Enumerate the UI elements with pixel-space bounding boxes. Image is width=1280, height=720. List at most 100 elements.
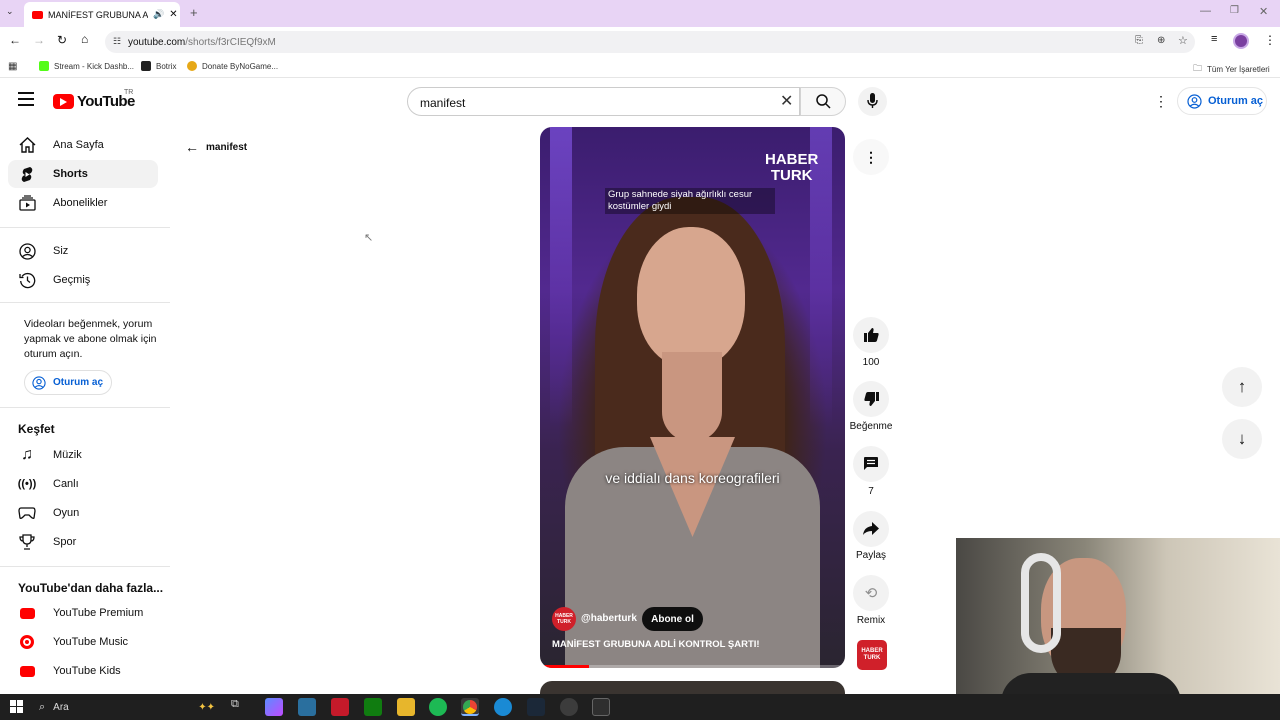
brand-line-1: HABER bbox=[765, 151, 819, 168]
url-path: /shorts/f3rCIEQf9xM bbox=[185, 36, 276, 48]
sidebar-item-label: Abonelikler bbox=[53, 197, 108, 209]
short-title[interactable]: MANİFEST GRUBUNA ADLİ KONTROL ŞARTI! bbox=[552, 639, 760, 650]
sidebar-item-label: YouTube Music bbox=[53, 636, 129, 648]
app-icon[interactable] bbox=[298, 698, 316, 716]
folder-icon: 🗀 bbox=[1193, 63, 1203, 73]
sound-channel-thumbnail[interactable]: HABER TURK bbox=[857, 640, 887, 670]
restore-window-icon[interactable]: ❐ bbox=[1230, 5, 1239, 16]
guide-menu-icon[interactable] bbox=[18, 92, 34, 106]
clear-search-icon[interactable]: ✕ bbox=[780, 91, 793, 111]
next-short-button[interactable]: ↓ bbox=[1222, 419, 1262, 459]
arrow-back-icon: ← bbox=[185, 139, 199, 155]
edge-icon[interactable] bbox=[494, 698, 512, 716]
sidebar-item-sports[interactable]: Spor bbox=[8, 528, 158, 556]
next-short-preview[interactable] bbox=[540, 681, 845, 694]
install-app-icon[interactable]: ⎘ bbox=[1135, 35, 1143, 46]
bookmark-label: Stream - Kick Dashb... bbox=[54, 61, 135, 71]
site-info-icon[interactable]: ☷ bbox=[113, 36, 121, 47]
short-video-player[interactable]: HABER TURK Grup sahnede siyah ağırlıklı … bbox=[540, 127, 845, 668]
amd-icon[interactable] bbox=[331, 698, 349, 716]
voice-search-button[interactable] bbox=[858, 87, 887, 116]
browser-menu-icon[interactable]: ⋮ bbox=[1264, 33, 1276, 47]
sidebar-item-label: Geçmiş bbox=[53, 274, 91, 286]
progress-bar[interactable] bbox=[540, 665, 845, 668]
bookmark-botrix[interactable]: Botrix bbox=[141, 61, 176, 71]
settings-menu-icon[interactable]: ⋮ bbox=[1154, 93, 1168, 110]
sidebar-item-subscriptions[interactable]: Abonelikler bbox=[8, 189, 158, 217]
share-button[interactable] bbox=[853, 511, 889, 547]
close-window-icon[interactable]: ✕ bbox=[1259, 5, 1268, 18]
youtube-logo[interactable]: YouTube bbox=[53, 93, 135, 110]
dislike-button[interactable] bbox=[853, 381, 889, 417]
remix-icon: ⟲ bbox=[864, 585, 878, 602]
zoom-icon[interactable]: ⊕ bbox=[1157, 35, 1165, 46]
history-icon bbox=[17, 272, 37, 289]
presenter-face bbox=[637, 227, 745, 367]
obs-icon[interactable] bbox=[560, 698, 578, 716]
bookmark-donate[interactable]: Donate ByNoGame... bbox=[187, 61, 278, 71]
profile-avatar[interactable] bbox=[1233, 33, 1249, 49]
comments-button[interactable] bbox=[853, 446, 889, 482]
chrome-icon[interactable] bbox=[461, 698, 479, 716]
microphone-icon bbox=[867, 93, 878, 108]
audio-playing-icon[interactable]: 🔊 bbox=[153, 9, 164, 20]
search-button[interactable] bbox=[800, 87, 846, 116]
home-browser-icon[interactable]: ⌂ bbox=[81, 32, 88, 46]
sidebar-item-label: Siz bbox=[53, 245, 69, 257]
file-explorer-icon[interactable] bbox=[397, 698, 415, 716]
start-icon[interactable] bbox=[10, 700, 23, 713]
epic-games-icon[interactable] bbox=[592, 698, 610, 716]
previous-short-button[interactable]: ↑ bbox=[1222, 367, 1262, 407]
account-circle-icon bbox=[32, 376, 46, 390]
all-bookmarks[interactable]: 🗀 Tüm Yer İşaretleri bbox=[1193, 61, 1270, 77]
sidebar-item-shorts[interactable]: Shorts bbox=[8, 160, 158, 188]
kick-favicon-icon bbox=[39, 61, 49, 71]
sidebar-item-you[interactable]: Siz bbox=[8, 237, 158, 265]
header-signin-button[interactable]: Oturum aç bbox=[1177, 87, 1267, 115]
back-to-search[interactable]: ← manifest bbox=[185, 139, 247, 155]
spotify-icon[interactable] bbox=[429, 698, 447, 716]
sidebar-item-gaming[interactable]: Oyun bbox=[8, 499, 158, 527]
minimize-window-icon[interactable]: — bbox=[1200, 5, 1211, 17]
new-tab-icon[interactable]: + bbox=[190, 5, 198, 20]
sidebar-item-music[interactable]: ♫ Müzik bbox=[8, 441, 158, 469]
brand-line-2: TURK bbox=[770, 167, 813, 184]
browser-tab[interactable]: MANİFEST GRUBUNA ADLİ 🔊 ✕ bbox=[24, 2, 180, 27]
taskbar-search[interactable]: ⌕ Ara ✦✦ bbox=[33, 697, 223, 717]
arrow-down-icon: ↓ bbox=[1237, 429, 1247, 448]
search-input[interactable]: manifest bbox=[407, 87, 800, 116]
forward-icon[interactable]: → bbox=[33, 33, 45, 47]
sidebar-item-live[interactable]: ((•)) Canlı bbox=[8, 470, 158, 498]
tab-title: MANİFEST GRUBUNA ADLİ bbox=[48, 9, 148, 20]
sidebar-item-music-app[interactable]: YouTube Music bbox=[8, 628, 158, 656]
media-control-icon[interactable]: ≡ bbox=[1211, 33, 1217, 45]
channel-handle[interactable]: @haberturk bbox=[581, 613, 637, 624]
subscribe-button[interactable]: Abone ol bbox=[642, 607, 703, 631]
copilot-icon[interactable] bbox=[265, 698, 283, 716]
presenter-neck bbox=[662, 352, 722, 442]
sidebar-item-history[interactable]: Geçmiş bbox=[8, 266, 158, 294]
task-view-icon[interactable]: ⧉ bbox=[231, 698, 249, 716]
sidebar-item-kids[interactable]: YouTube Kids bbox=[8, 657, 158, 685]
like-button[interactable] bbox=[853, 317, 889, 353]
search-icon: ⌕ bbox=[39, 700, 46, 713]
reload-icon[interactable]: ↻ bbox=[57, 33, 67, 47]
share-icon bbox=[863, 522, 879, 535]
remix-button[interactable]: ⟲ bbox=[853, 575, 889, 611]
channel-avatar[interactable]: HABER TURK bbox=[552, 607, 576, 631]
short-more-options-button[interactable]: ⋮ bbox=[853, 139, 889, 175]
sidebar-item-premium[interactable]: YouTube Premium bbox=[8, 599, 158, 627]
sidebar-signin-button[interactable]: Oturum aç bbox=[24, 370, 112, 395]
bookmark-star-icon[interactable]: ☆ bbox=[1178, 34, 1188, 47]
sidebar-item-home[interactable]: Ana Sayfa bbox=[8, 131, 158, 159]
youtube-play-icon bbox=[53, 94, 74, 109]
tab-close-icon[interactable]: ✕ bbox=[169, 9, 177, 20]
tab-list-chevron-icon[interactable]: ⌄ bbox=[6, 6, 14, 17]
steam-icon[interactable] bbox=[527, 698, 545, 716]
xbox-icon[interactable] bbox=[364, 698, 382, 716]
address-bar[interactable]: ☷ youtube.com /shorts/f3rCIEQf9xM ⎘ ⊕ ☆ bbox=[105, 31, 1195, 53]
apps-grid-icon[interactable]: ▦ bbox=[8, 61, 17, 72]
back-icon[interactable]: ← bbox=[9, 33, 21, 47]
bookmark-kick[interactable]: Stream - Kick Dashb... bbox=[39, 61, 134, 71]
sidebar-item-label: Ana Sayfa bbox=[53, 139, 104, 151]
